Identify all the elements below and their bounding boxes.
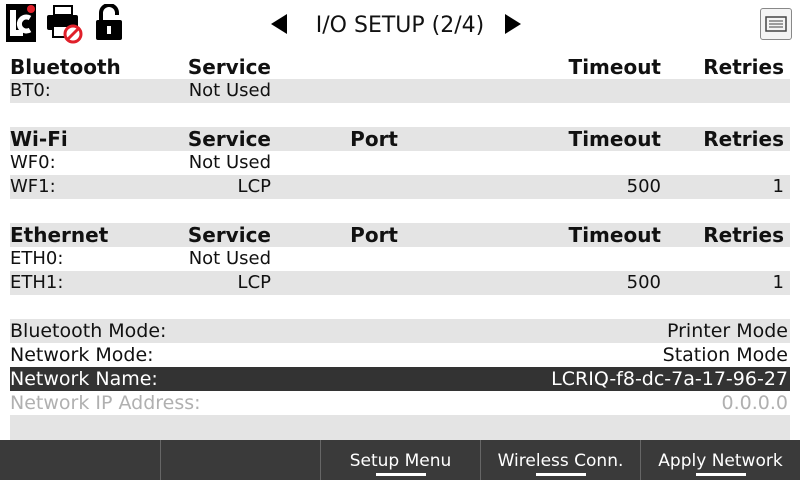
softkey-underline: [695, 473, 746, 476]
timeout-column-header: Timeout: [568, 55, 661, 79]
row-service: LCP: [237, 176, 271, 197]
wifi-heading: Wi-Fi: [10, 127, 68, 151]
next-page-arrow-icon[interactable]: [505, 14, 521, 34]
service-column-header: Service: [187, 127, 271, 151]
network-port-icon[interactable]: [760, 8, 792, 40]
unlocked-padlock-icon[interactable]: [94, 3, 124, 46]
table-row-eth0[interactable]: ETH0: Not Used: [10, 247, 790, 271]
row-label: ETH0:: [10, 248, 64, 269]
softkey-label: Setup Menu: [349, 451, 452, 471]
service-column-header: Service: [187, 223, 271, 247]
apply-network-button[interactable]: Apply Network: [640, 440, 800, 480]
port-column-header: Port: [350, 223, 398, 247]
bluetooth-mode-row[interactable]: Bluetooth Mode: Printer Mode: [10, 319, 790, 343]
setting-label: Network IP Address:: [10, 392, 201, 414]
setting-value: LCRIQ-f8-dc-7a-17-96-27: [551, 368, 788, 390]
app-logo-icon[interactable]: [6, 4, 36, 46]
retries-column-header: Retries: [703, 223, 784, 247]
softkey-1-button[interactable]: [0, 440, 160, 480]
row-timeout: 500: [626, 176, 661, 197]
header-bar: I/O SETUP (2/4): [0, 0, 800, 55]
row-service: Not Used: [188, 248, 271, 269]
row-timeout: 500: [626, 272, 661, 293]
service-column-header: Service: [187, 55, 271, 79]
softkey-label: Wireless Conn.: [497, 451, 624, 471]
timeout-column-header: Timeout: [568, 127, 661, 151]
table-row-eth1[interactable]: ETH1: LCP 500 1: [10, 271, 790, 295]
network-ip-address-row: Network IP Address: 0.0.0.0: [10, 391, 790, 415]
network-mode-row[interactable]: Network Mode: Station Mode: [10, 343, 790, 367]
setting-value: Station Mode: [662, 344, 788, 366]
row-retries: 1: [772, 176, 784, 197]
softkey-underline: [375, 473, 426, 476]
timeout-column-header: Timeout: [568, 223, 661, 247]
network-name-row[interactable]: Network Name: LCRIQ-f8-dc-7a-17-96-27: [10, 367, 790, 391]
row-service: Not Used: [188, 152, 271, 173]
retries-column-header: Retries: [703, 127, 784, 151]
setting-label: Bluetooth Mode:: [10, 320, 167, 342]
port-column-header: Port: [350, 127, 398, 151]
retries-column-header: Retries: [703, 55, 784, 79]
spacer-row: [10, 199, 790, 223]
printer-disabled-icon[interactable]: [44, 4, 86, 48]
io-setup-panel: Bluetooth Service Timeout Retries BT0: N…: [10, 55, 790, 440]
row-label: WF0:: [10, 152, 56, 173]
table-row-bt0[interactable]: BT0: Not Used: [10, 79, 790, 103]
row-label: ETH1:: [10, 272, 64, 293]
ethernet-heading: Ethernet: [10, 223, 109, 247]
row-label: WF1:: [10, 176, 56, 197]
softkey-2-button[interactable]: [160, 440, 320, 480]
wifi-header-row: Wi-Fi Service Port Timeout Retries: [10, 127, 790, 151]
spacer-row: [10, 103, 790, 127]
spacer-row: [10, 295, 790, 319]
wireless-conn-button[interactable]: Wireless Conn.: [480, 440, 640, 480]
softkey-bar: Setup Menu Wireless Conn. Apply Network: [0, 440, 800, 480]
row-service: LCP: [237, 272, 271, 293]
previous-page-arrow-icon[interactable]: [271, 14, 287, 34]
bluetooth-heading: Bluetooth: [10, 55, 121, 79]
setting-label: Network Name:: [10, 368, 158, 390]
setup-menu-button[interactable]: Setup Menu: [320, 440, 480, 480]
row-retries: 1: [772, 272, 784, 293]
table-row-wf0[interactable]: WF0: Not Used: [10, 151, 790, 175]
setting-label: Network Mode:: [10, 344, 154, 366]
table-row-wf1[interactable]: WF1: LCP 500 1: [10, 175, 790, 199]
ethernet-header-row: Ethernet Service Port Timeout Retries: [10, 223, 790, 247]
softkey-label: Apply Network: [658, 451, 783, 471]
setting-value: Printer Mode: [666, 320, 788, 342]
setting-value: 0.0.0.0: [721, 392, 788, 414]
row-service: Not Used: [188, 80, 271, 101]
row-label: BT0:: [10, 80, 51, 101]
page-title: I/O SETUP (2/4): [315, 13, 485, 38]
softkey-underline: [535, 473, 586, 476]
bluetooth-header-row: Bluetooth Service Timeout Retries: [10, 55, 790, 79]
